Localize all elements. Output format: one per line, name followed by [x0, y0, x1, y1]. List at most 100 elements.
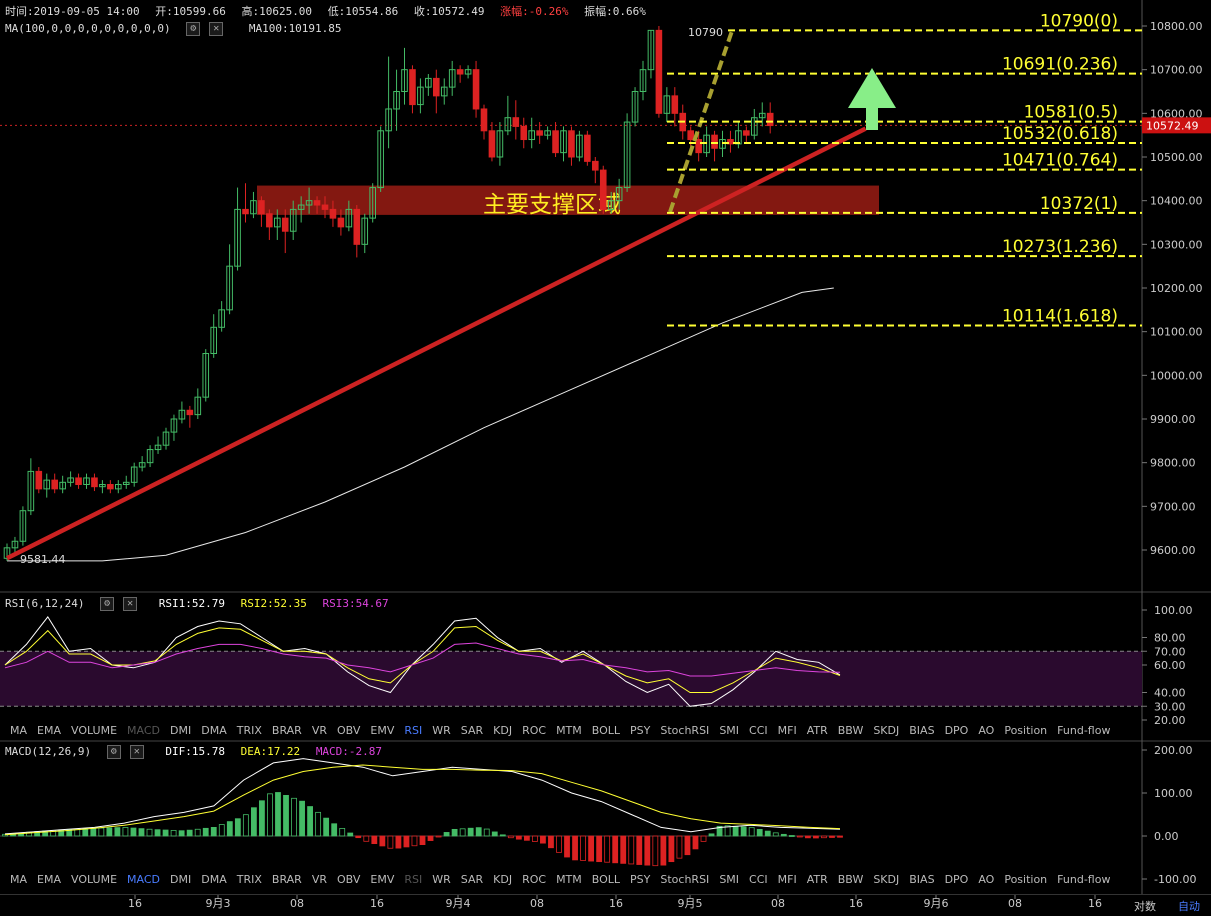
candle	[91, 477, 98, 488]
tab-dma[interactable]: DMA	[201, 873, 227, 886]
tab-rsi[interactable]: RSI	[404, 873, 422, 886]
macd-value: MACD:-2.87	[315, 745, 383, 758]
tab-wr[interactable]: WR	[432, 873, 451, 886]
candle	[655, 29, 663, 114]
tab-macd[interactable]: MACD	[127, 724, 160, 737]
tab-kdj[interactable]: KDJ	[493, 873, 512, 886]
tab-ma[interactable]: MA	[10, 724, 27, 737]
macd-bar	[419, 835, 426, 846]
tab-boll[interactable]: BOLL	[592, 873, 620, 886]
tab-ema[interactable]: EMA	[37, 873, 61, 886]
trading-chart: 时间:2019-09-05 14:00 开:10599.66 高:10625.0…	[0, 0, 1211, 915]
log-scale-toggle[interactable]: 对数	[1134, 898, 1156, 914]
tab-bbw[interactable]: BBW	[838, 873, 864, 886]
tab-smi[interactable]: SMI	[719, 873, 739, 886]
candle	[584, 134, 591, 162]
tab-atr[interactable]: ATR	[807, 873, 828, 886]
macd-bar	[379, 835, 386, 847]
macd-bar	[194, 828, 201, 837]
tab-cci[interactable]: CCI	[749, 873, 768, 886]
tab-kdj[interactable]: KDJ	[493, 724, 512, 737]
tab-vr[interactable]: VR	[312, 724, 327, 737]
tab-fund-flow[interactable]: Fund-flow	[1057, 873, 1110, 886]
macd-close-icon[interactable]: ✕	[129, 745, 144, 759]
tab-trix[interactable]: TRIX	[237, 724, 262, 737]
y-tick-label: 10000.00	[1150, 369, 1203, 382]
y-tick-label: 80.00	[1154, 632, 1186, 645]
tab-ma[interactable]: MA	[10, 873, 27, 886]
tab-dma[interactable]: DMA	[201, 724, 227, 737]
tab-smi[interactable]: SMI	[719, 724, 739, 737]
tab-wr[interactable]: WR	[432, 724, 451, 737]
tab-ema[interactable]: EMA	[37, 724, 61, 737]
tab-emv[interactable]: EMV	[370, 724, 394, 737]
tab-volume[interactable]: VOLUME	[71, 873, 117, 886]
tab-roc[interactable]: ROC	[522, 724, 546, 737]
macd-bar	[122, 827, 129, 837]
tab-vr[interactable]: VR	[312, 873, 327, 886]
tab-dpo[interactable]: DPO	[945, 873, 969, 886]
rsi-close-icon[interactable]: ✕	[123, 597, 138, 611]
tab-macd[interactable]: MACD	[127, 873, 160, 886]
tab-rsi[interactable]: RSI	[404, 724, 422, 737]
macd-bar	[652, 835, 659, 867]
macd-bar	[315, 811, 322, 837]
y-tick-label: 10800.00	[1150, 20, 1203, 33]
candle	[258, 200, 265, 215]
y-tick-label: 30.00	[1154, 700, 1186, 713]
tab-mtm[interactable]: MTM	[556, 724, 582, 737]
tab-skdj[interactable]: SKDJ	[873, 724, 899, 737]
tab-volume[interactable]: VOLUME	[71, 724, 117, 737]
macd-bar	[740, 826, 747, 837]
macd-bar	[387, 835, 394, 849]
tab-fund-flow[interactable]: Fund-flow	[1057, 724, 1110, 737]
tab-stochrsi[interactable]: StochRSI	[660, 724, 709, 737]
tab-position[interactable]: Position	[1004, 873, 1047, 886]
tab-ao[interactable]: AO	[978, 724, 994, 737]
tab-dmi[interactable]: DMI	[170, 724, 191, 737]
macd-bar	[523, 835, 530, 841]
tab-brar[interactable]: BRAR	[272, 724, 302, 737]
tab-atr[interactable]: ATR	[807, 724, 828, 737]
y-tick-label: 10400.00	[1150, 195, 1203, 208]
tab-trix[interactable]: TRIX	[237, 873, 262, 886]
rsi2-value: RSI2:52.35	[240, 597, 307, 610]
tab-obv[interactable]: OBV	[337, 724, 360, 737]
tab-boll[interactable]: BOLL	[592, 724, 620, 737]
macd-bar	[283, 794, 289, 837]
tab-psy[interactable]: PSY	[630, 873, 650, 886]
tab-bias[interactable]: BIAS	[909, 873, 934, 886]
tab-bias[interactable]: BIAS	[909, 724, 934, 737]
candle	[313, 200, 321, 206]
tab-emv[interactable]: EMV	[370, 873, 394, 886]
tab-ao[interactable]: AO	[978, 873, 994, 886]
macd-bar	[829, 835, 835, 838]
macd-bar	[692, 835, 699, 850]
tab-obv[interactable]: OBV	[337, 873, 360, 886]
tab-roc[interactable]: ROC	[522, 873, 546, 886]
tab-skdj[interactable]: SKDJ	[873, 873, 899, 886]
macd-bar	[347, 832, 354, 837]
tab-bbw[interactable]: BBW	[838, 724, 864, 737]
rsi-settings-icon[interactable]: ⚙	[100, 597, 115, 611]
candle	[472, 69, 480, 110]
y-tick-label: 20.00	[1154, 714, 1186, 727]
tab-mtm[interactable]: MTM	[556, 873, 582, 886]
macd-bar	[331, 823, 338, 837]
tab-dmi[interactable]: DMI	[170, 873, 191, 886]
tab-psy[interactable]: PSY	[630, 724, 650, 737]
tab-sar[interactable]: SAR	[461, 873, 483, 886]
tab-mfi[interactable]: MFI	[778, 724, 797, 737]
tab-position[interactable]: Position	[1004, 724, 1047, 737]
tab-sar[interactable]: SAR	[461, 724, 483, 737]
macd-bar	[804, 835, 811, 839]
macd-bar	[708, 833, 715, 837]
tab-mfi[interactable]: MFI	[778, 873, 797, 886]
tab-stochrsi[interactable]: StochRSI	[660, 873, 709, 886]
tab-brar[interactable]: BRAR	[272, 873, 302, 886]
auto-scale-toggle[interactable]: 自动	[1178, 898, 1200, 914]
macd-settings-icon[interactable]: ⚙	[106, 745, 121, 759]
tab-cci[interactable]: CCI	[749, 724, 768, 737]
y-tick-label: 70.00	[1154, 645, 1186, 658]
tab-dpo[interactable]: DPO	[945, 724, 969, 737]
